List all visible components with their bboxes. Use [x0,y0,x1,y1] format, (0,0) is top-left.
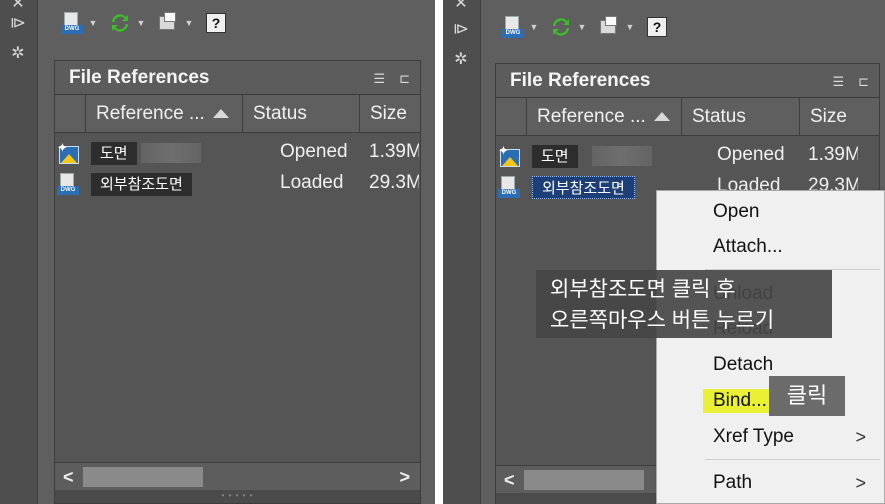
scroll-thumb[interactable] [524,470,644,490]
change-path-button[interactable] [595,13,623,41]
submenu-arrow-icon: > [855,427,866,447]
submenu-arrow-icon: > [855,473,866,493]
reference-status: Opened [717,144,785,165]
column-header-reference-label: Reference ... [96,103,205,124]
help-icon: ? [206,13,226,33]
table-row[interactable]: DWG 외부참조도면 Loaded 29.3M [55,170,420,198]
attach-dropdown-arrow-icon[interactable]: ▼ [527,13,541,41]
column-header-reference-label: Reference ... [537,106,646,127]
help-icon: ? [647,17,667,37]
menu-separator [705,459,880,460]
refresh-icon [553,18,569,36]
sort-ascending-icon [653,112,670,122]
column-header-reference[interactable]: Reference ... [526,98,681,136]
horizontal-scrollbar[interactable]: < > [55,462,420,490]
drawing-star-icon: ✦ [57,140,81,166]
context-menu: Open Attach... Unload Reload Detach Bind… [656,190,885,504]
palette-side-strip: ✕ ⧐ ✲ [0,0,38,504]
reference-name[interactable]: 도면 [91,142,137,165]
reference-status: Opened [280,141,348,162]
menu-item-path[interactable]: Path > [657,466,884,500]
scroll-left-icon[interactable]: < [504,470,515,491]
column-header-size[interactable]: Size [359,95,422,133]
menu-item-attach[interactable]: Attach... [657,230,884,264]
callout-line-2: 오른쪽마우스 버튼 누르기 [550,309,775,332]
close-icon[interactable]: ✕ [451,0,471,14]
reference-name[interactable]: 도면 [532,145,578,168]
path-dropdown-arrow-icon[interactable]: ▼ [623,13,637,41]
path-dropdown-arrow-icon[interactable]: ▼ [182,9,196,37]
grid-header: Reference ... Status Size [496,98,879,136]
close-icon[interactable]: ✕ [8,0,28,14]
dwg-attach-icon: DWG [502,16,524,38]
reference-size: 1.39M [808,144,858,165]
tree-view-icon[interactable]: ⊏ [858,74,869,90]
attach-dwg-button[interactable]: DWG [58,9,86,37]
view-toggle-group: ☰ ⊏ [373,71,410,87]
resize-grip[interactable]: • • • • • [55,490,420,503]
change-path-icon [157,12,179,34]
blurred-region [592,146,652,166]
refresh-icon [112,14,128,32]
xref-toolbar: DWG ▼ ▼ ▼ ? [58,8,230,38]
left-screenshot-panel: ✕ ⧐ ✲ DWG ▼ ▼ ▼ ? File References ☰ ⊏ Re… [0,0,435,504]
pin-icon[interactable]: ⧐ [451,20,471,40]
refresh-dropdown-arrow-icon[interactable]: ▼ [134,9,148,37]
callout-line-1: 외부참조도면 클릭 후 [550,278,736,301]
column-header-status[interactable]: Status [242,95,359,133]
reference-name[interactable]: 외부참조도면 [91,173,192,196]
column-header-size[interactable]: Size [799,98,881,136]
view-toggle-group: ☰ ⊏ [832,74,869,90]
settings-icon[interactable]: ✲ [8,44,28,64]
attach-dwg-button[interactable]: DWG [499,13,527,41]
help-button[interactable]: ? [643,13,671,41]
list-view-icon[interactable]: ☰ [832,74,844,90]
screenshot-divider [435,0,443,504]
scroll-left-icon[interactable]: < [63,467,74,488]
instruction-callout: 외부참조도면 클릭 후 오른쪽마우스 버튼 누르기 [536,270,832,338]
drawing-star-icon: ✦ [498,143,522,169]
file-references-grid: Reference ... Status Size ✦ 도면 Opened 1.… [55,94,420,490]
table-row[interactable]: ✦ 도면 Opened 1.39M [496,142,879,170]
menu-item-path-label: Path [713,472,753,493]
menu-item-xref-type-label: Xref Type [713,426,794,447]
menu-item-open[interactable]: Open [657,195,884,229]
dwg-file-icon: DWG [498,176,520,198]
table-row[interactable]: ✦ 도면 Opened 1.39M [55,139,420,167]
file-references-title: File References [69,67,210,88]
tree-view-icon[interactable]: ⊏ [399,71,410,87]
file-references-title: File References [510,70,651,91]
file-references-section: File References ☰ ⊏ Reference ... Status… [54,60,421,504]
reference-name-selected[interactable]: 외부참조도면 [532,176,635,199]
attach-dropdown-arrow-icon[interactable]: ▼ [86,9,100,37]
change-path-icon [598,16,620,38]
refresh-button[interactable] [547,13,575,41]
change-path-button[interactable] [154,9,182,37]
refresh-button[interactable] [106,9,134,37]
blurred-region [141,143,201,163]
help-button[interactable]: ? [202,9,230,37]
sort-ascending-icon [212,109,229,119]
grid-header: Reference ... Status Size [55,95,420,133]
reference-size: 29.3M [369,172,419,193]
column-header-reference[interactable]: Reference ... [85,95,242,133]
dwg-file-icon: DWG [57,173,79,195]
xref-toolbar: DWG ▼ ▼ ▼ ? [499,12,671,42]
palette-side-strip: ✕ ⧐ ✲ [443,0,481,504]
settings-icon[interactable]: ✲ [451,50,471,70]
reference-status: Loaded [280,172,344,193]
pin-icon[interactable]: ⧐ [8,14,28,34]
reference-size: 1.39M [369,141,419,162]
menu-item-xref-type[interactable]: Xref Type > [657,420,884,454]
list-view-icon[interactable]: ☰ [373,71,385,87]
scroll-right-icon[interactable]: > [399,467,410,488]
dwg-attach-icon: DWG [61,12,83,34]
scroll-thumb[interactable] [83,467,203,487]
column-header-status[interactable]: Status [681,98,799,136]
click-annotation: 클릭 [769,376,845,416]
refresh-dropdown-arrow-icon[interactable]: ▼ [575,13,589,41]
